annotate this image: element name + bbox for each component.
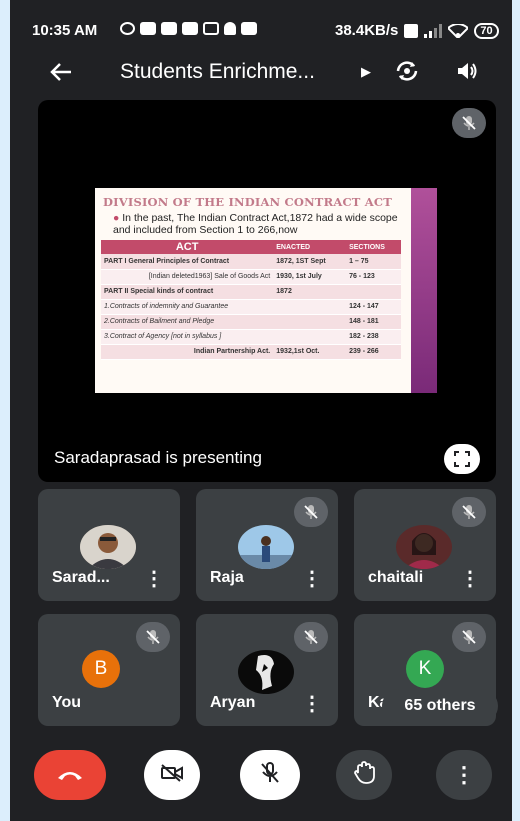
signal-icon [424,23,443,38]
net-speed: 38.4KB/s [335,22,399,39]
slide-cell: 1.Contracts of indemnity and Guarantee [101,299,274,315]
more-options-icon[interactable]: ⋮ [302,566,322,591]
slide-intro: ● In the past, The Indian Contract Act,1… [113,212,398,236]
status-right: 38.4KB/s 70 [335,22,499,39]
mic-off-icon [452,622,486,652]
more-options-icon[interactable]: ⋮ [460,566,480,591]
gmail-icon [241,22,257,35]
participant-name: Aryan [210,694,256,711]
slide-cell: PART II Special kinds of contract [101,284,274,300]
meeting-title[interactable]: Students Enrichme... [120,60,315,84]
notification-icons [120,22,257,35]
slide-header-act: ACT [101,240,274,254]
more-options-icon[interactable]: ⋮ [144,566,164,591]
slide-cell: 148 - 181 [346,314,401,330]
volte-icon [404,23,419,38]
slide-cell: 1872, 1ST Sept [273,254,347,270]
back-arrow-icon[interactable] [50,58,72,89]
participant-name: Sarad... [52,569,110,586]
slide-table-row: Indian Partnership Act. 1932,1st Oct. 23… [101,344,401,360]
mic-off-icon [136,622,170,652]
slide-cell: [Indian deleted1963] Sale of Goods Act [101,269,274,285]
slide-cell: 76 - 123 [346,269,401,285]
slide-header-sections: SECTIONS [346,240,401,254]
avatar: K [406,650,444,688]
slide-cell: 3.Contract of Agency [not in syllabus ] [101,329,274,345]
participant-name: You [52,694,82,711]
youtube-icon [182,22,198,35]
participant-tile[interactable]: Raja ⋮ [196,489,338,601]
participant-tile-self[interactable]: B You [38,614,180,726]
slide-cell [273,299,347,315]
switch-camera-icon[interactable] [394,60,420,87]
bell-icon [224,22,236,35]
slide-cell: Indian Partnership Act. [101,344,274,360]
meeting-top-bar: Students Enrichme... ▶ [10,50,512,94]
avatar [80,525,136,569]
slide-table-row: PART I General Principles of Contract 18… [101,254,401,270]
meet-screen: 10:35 AM 38.4KB/s 70 Students Enrichme..… [10,0,512,821]
slide-accent-bar [411,188,437,393]
presentation-tile[interactable]: DIVISION OF THE INDIAN CONTRACT ACT ● In… [38,100,496,482]
participant-tile[interactable]: chaitali ⋮ [354,489,496,601]
camera-off-button[interactable] [144,750,200,800]
slide-cell: 124 - 147 [346,299,401,315]
slide-header-enacted: ENACTED [273,240,347,254]
more-options-icon[interactable]: ⋮ [436,750,492,800]
youtube-icon [161,22,177,35]
slide-cell: 182 - 238 [346,329,401,345]
slide-intro-text: In the past, The Indian Contract Act,187… [113,212,398,236]
mic-off-icon [452,497,486,527]
slide-table-row: 3.Contract of Agency [not in syllabus ] … [101,329,401,345]
participant-tile[interactable]: Aryan ⋮ [196,614,338,726]
battery-icon: 70 [474,22,499,39]
status-time: 10:35 AM [32,22,98,39]
participant-name: chaitali [368,569,424,586]
chevron-right-icon[interactable]: ▶ [361,64,371,80]
avatar: B [82,650,120,688]
avatar [238,650,294,694]
slide-cell: PART I General Principles of Contract [101,254,274,270]
slide-cell [346,284,401,300]
slide-cell: 1 – 75 [346,254,401,270]
slide-title: DIVISION OF THE INDIAN CONTRACT ACT [103,195,392,209]
cast-icon [203,22,219,35]
slide-table-row: 2.Contracts of Bailment and Pledge 148 -… [101,314,401,330]
shared-slide: DIVISION OF THE INDIAN CONTRACT ACT ● In… [95,188,437,393]
presenting-label: Saradaprasad is presenting [54,448,262,467]
participant-name: Raja [210,569,244,586]
whatsapp-icon [120,22,135,35]
participant-tile[interactable]: Sarad... ⋮ [38,489,180,601]
avatar [396,525,452,569]
slide-table-row: 1.Contracts of indemnity and Guarantee 1… [101,299,401,315]
mic-off-icon [294,497,328,527]
others-count-button[interactable]: 65 others [382,689,498,723]
slide-table-row: PART II Special kinds of contract 1872 [101,284,401,300]
more-options-icon[interactable]: ⋮ [302,691,322,716]
mic-off-icon [452,108,486,138]
mic-off-button[interactable] [240,750,300,800]
slide-table: ACT ENACTED SECTIONS PART I General Prin… [101,240,401,360]
slide-cell: 239 - 266 [346,344,401,360]
slide-cell: 2.Contracts of Bailment and Pledge [101,314,274,330]
status-bar: 10:35 AM 38.4KB/s 70 [10,0,512,40]
wifi-icon [448,23,469,38]
youtube-icon [140,22,156,35]
slide-cell: 1930, 1st July [273,269,347,285]
fullscreen-icon[interactable] [444,444,480,474]
slide-table-row: [Indian deleted1963] Sale of Goods Act 1… [101,269,401,285]
slide-cell: 1872 [273,284,347,300]
hang-up-button[interactable] [34,750,106,800]
raise-hand-button[interactable] [336,750,392,800]
speaker-icon[interactable] [456,60,478,87]
avatar [238,525,294,569]
slide-cell [273,314,347,330]
slide-cell [273,329,347,345]
slide-cell: 1932,1st Oct. [273,344,347,360]
mic-off-icon [260,761,280,789]
hand-icon [353,760,375,790]
mic-off-icon [294,622,328,652]
camera-off-icon [160,763,184,788]
